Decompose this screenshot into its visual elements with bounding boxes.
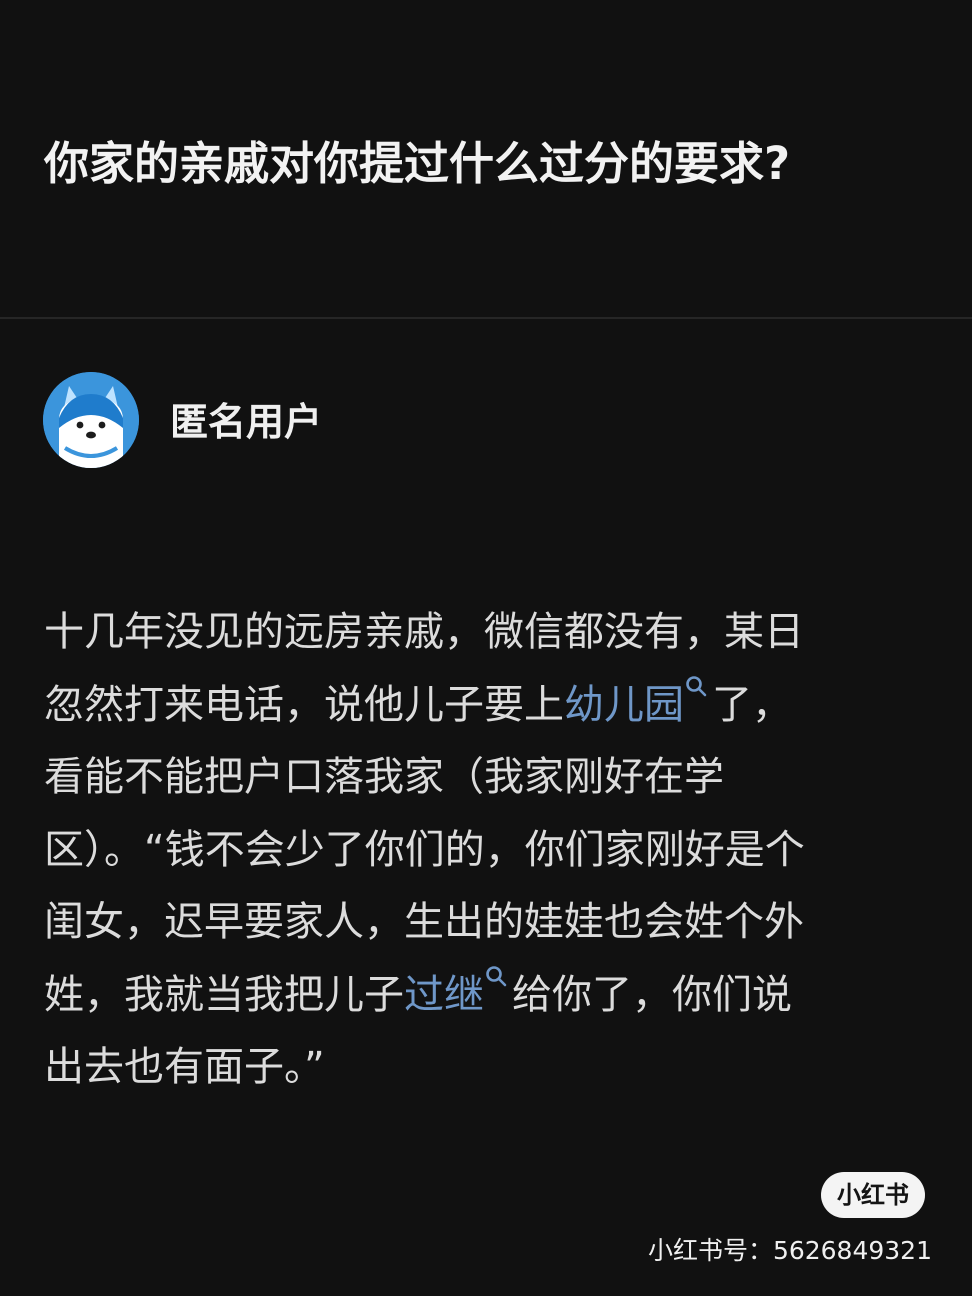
author-name[interactable]: 匿名用户 [170,396,322,448]
keyword-link-kindergarten[interactable]: 幼儿园 [564,682,684,728]
search-icon[interactable] [684,673,710,703]
xiaohongshu-logo: 小红书 [821,1172,925,1218]
answer-line-text: 忽然打来电话，说他儿子要上 [44,681,564,728]
answer-line: 十几年没见的远房亲戚，微信都没有，某日 [44,609,804,655]
keyword-link-adoption[interactable]: 过继 [404,972,484,1018]
answer-line: 闺女，迟早要家人，生出的娃娃也会姓个外 [44,899,804,945]
answer-line: 看能不能把户口落我家（我家刚好在学 [44,754,724,800]
answer-text: 十几年没见的远房亲戚，微信都没有，某日 忽然打来电话，说他儿子要上幼儿园 了， 看… [44,596,934,1104]
xiaohongshu-id: 小红书号：5626849321 [647,1236,932,1265]
answer-line: 姓，我就当我把儿子过继 给你了，你们说 [44,959,934,1032]
answer-line-text: 姓，我就当我把儿子 [44,971,404,1018]
answer-line: 忽然打来电话，说他儿子要上幼儿园 了， [44,669,934,742]
anonymous-avatar-icon[interactable] [43,372,139,468]
answer-line-text: 了， [712,681,792,728]
answer-line-text: 给你了，你们说 [512,971,792,1018]
answer-line: 出去也有面子。” [44,1044,325,1090]
question-title: 你家的亲戚对你提过什么过分的要求? [44,137,791,190]
divider [0,317,972,319]
answer-line: 区）。“钱不会少了你们的，你们家刚好是个 [44,826,805,873]
search-icon[interactable] [484,963,510,993]
